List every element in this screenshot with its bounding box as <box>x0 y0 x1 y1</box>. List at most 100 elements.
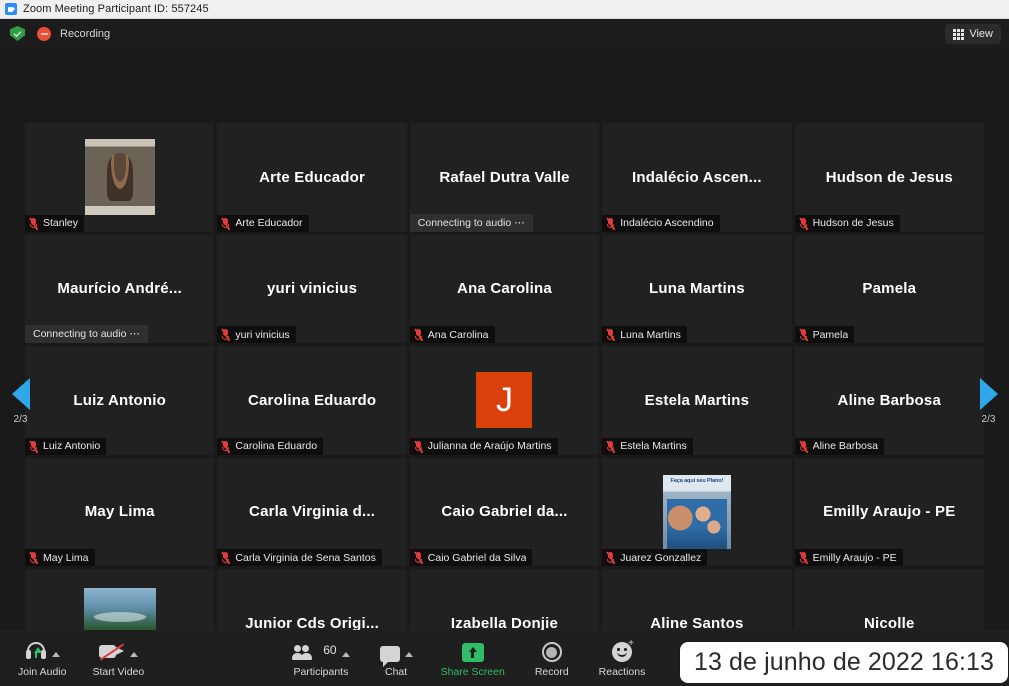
join-audio-label: Join Audio <box>18 666 67 678</box>
window-title-bar: Zoom Meeting Participant ID: 557245 <box>0 0 1009 19</box>
microphone-muted-icon <box>220 328 231 342</box>
participant-name-label: Indalécio Ascendino <box>620 217 714 230</box>
connecting-to-audio-status: Connecting to audio ⋯ <box>409 213 533 232</box>
participant-tile[interactable]: Indalécio Ascen... Indalécio Ascendino <box>602 123 792 232</box>
microphone-muted-icon <box>28 440 39 453</box>
microphone-muted-icon <box>220 217 231 230</box>
recording-indicator-icon[interactable] <box>37 26 51 41</box>
participant-name-strip: Emilly Araujo - PE <box>794 549 903 567</box>
participant-tile[interactable]: yuri vinicius yuri vinicius <box>217 234 407 344</box>
participants-button[interactable]: 60 Participants <box>292 630 350 686</box>
participant-tile[interactable]: Aline Barbosa Aline Barbosa <box>794 346 984 455</box>
next-page-button[interactable]: 2/3 <box>976 378 1001 425</box>
participant-name-label: Stanley <box>43 217 79 230</box>
participant-tile[interactable]: Pamela Pamela <box>794 234 984 344</box>
headset-icon <box>25 640 47 662</box>
participants-chevron-icon[interactable] <box>341 652 350 657</box>
security-shield-icon[interactable] <box>10 26 25 41</box>
participant-tile[interactable]: Ana Carolina Ana Carolina <box>409 234 600 344</box>
previous-page-arrow-icon <box>11 378 30 410</box>
participant-name-label: Julianna de Araújo Martins <box>427 440 552 453</box>
participant-name-strip: Carla Virginia de Sena Santos <box>217 549 382 567</box>
participant-name-label: Luna Martins <box>620 328 681 341</box>
participant-name-label: Aline Barbosa <box>812 440 878 453</box>
start-video-button[interactable]: Start Video <box>92 630 144 686</box>
participant-display-name: yuri vinicius <box>267 280 358 298</box>
participant-tile[interactable]: J Julianna de Araújo Martins <box>409 346 600 455</box>
participant-display-name: Carolina Eduardo <box>247 391 377 409</box>
participant-name-strip: Indalécio Ascendino <box>602 214 720 232</box>
participants-count: 60 <box>323 643 337 657</box>
participant-tile[interactable]: Maurício André... Connecting to audio ⋯ <box>25 234 215 344</box>
participant-name-label: yuri vinicius <box>235 328 290 341</box>
participant-tile[interactable]: Emilly Araujo - PE Emilly Araujo - PE <box>794 457 984 567</box>
participant-tile[interactable]: Arte Educador Arte Educador <box>217 123 407 232</box>
participant-name-label: Arte Educador <box>235 217 303 230</box>
participant-display-name: Emilly Araujo - PE <box>823 503 956 521</box>
view-button-label: View <box>969 28 993 40</box>
video-options-chevron-icon[interactable] <box>129 652 138 657</box>
participant-tile[interactable]: Carolina Eduardo Carolina Eduardo <box>217 346 407 455</box>
participant-name-strip: Caio Gabriel da Silva <box>409 549 533 567</box>
participant-name-strip: Luna Martins <box>602 326 687 344</box>
people-icon <box>292 644 316 662</box>
join-audio-button[interactable]: Join Audio <box>18 630 66 686</box>
share-screen-button[interactable]: Share Screen <box>441 630 505 686</box>
participant-display-name: Arte Educador <box>259 168 366 186</box>
previous-page-button[interactable]: 2/3 <box>8 378 33 425</box>
recording-label: Recording <box>60 27 111 40</box>
participant-display-name: Aline Barbosa <box>837 391 942 409</box>
participant-name-strip: Aline Barbosa <box>794 437 884 455</box>
video-stage: Stanley Arte Educador Arte Educador Rafael … <box>0 48 1009 686</box>
participant-tile[interactable]: Estela Martins Estela Martins <box>602 346 792 455</box>
grid-view-icon <box>953 28 965 40</box>
microphone-muted-icon <box>798 217 809 230</box>
record-circle-icon <box>541 642 562 662</box>
participant-tile[interactable]: Rafael Dutra Valle Connecting to audio ⋯ <box>409 123 600 232</box>
audio-options-chevron-icon[interactable] <box>51 652 60 657</box>
participants-label: Participants <box>293 666 349 678</box>
page-indicator-right: 2/3 <box>981 414 996 425</box>
microphone-muted-icon <box>413 440 424 453</box>
participant-name-strip: Hudson de Jesus <box>794 214 900 232</box>
chat-bubble-icon <box>379 646 400 667</box>
participant-video-thumbnail <box>84 139 155 216</box>
participant-tile[interactable]: Luiz Antonio Luiz Antonio <box>25 346 215 455</box>
chat-button[interactable]: Chat <box>379 630 413 686</box>
microphone-muted-icon <box>798 440 809 453</box>
participant-display-name: Rafael Dutra Valle <box>439 168 570 186</box>
participant-tile[interactable]: May Lima May Lima <box>25 457 215 567</box>
microphone-muted-icon <box>220 440 231 453</box>
record-button[interactable]: Record <box>535 630 569 686</box>
start-video-label: Start Video <box>92 666 145 678</box>
chat-chevron-icon[interactable] <box>404 652 413 657</box>
microphone-muted-icon <box>798 551 809 565</box>
meeting-top-bar: Recording View <box>0 19 1009 48</box>
participant-tile[interactable]: Hudson de Jesus Hudson de Jesus <box>794 123 984 232</box>
participant-tile[interactable]: Carla Virginia d... Carla Virginia de Sen… <box>217 457 407 567</box>
participant-avatar: J <box>476 372 533 429</box>
participant-display-name: Ana Carolina <box>457 280 552 298</box>
participant-display-name: Indalécio Ascen... <box>632 168 762 186</box>
chat-label: Chat <box>385 666 408 678</box>
participant-name-label: May Lima <box>43 551 89 564</box>
participant-name-strip: Luiz Antonio <box>25 437 107 455</box>
reactions-button[interactable]: + Reactions <box>599 630 646 686</box>
participant-tile[interactable]: Luna Martins Luna Martins <box>602 234 792 344</box>
microphone-muted-icon <box>605 328 616 342</box>
participant-display-name: Pamela <box>862 280 917 298</box>
microphone-muted-icon <box>413 551 424 565</box>
share-screen-icon <box>461 643 484 662</box>
window-title: Zoom Meeting Participant ID: 557245 <box>23 3 209 15</box>
participant-name-strip: yuri vinicius <box>217 326 296 344</box>
participant-name-strip: May Lima <box>25 549 95 567</box>
participant-tile[interactable]: Juarez Gonzallez <box>602 457 792 567</box>
date-time-text: 13 de junho de 2022 16:13 <box>694 648 994 676</box>
microphone-muted-icon <box>605 440 616 453</box>
view-button[interactable]: View <box>945 24 1001 44</box>
participant-tile[interactable]: Caio Gabriel da... Caio Gabriel da Silva <box>409 457 600 567</box>
participant-tile[interactable]: Stanley <box>25 123 215 232</box>
participant-display-name: Carla Virginia d... <box>249 503 376 521</box>
participant-display-name: Luna Martins <box>649 280 745 298</box>
page-indicator-left: 2/3 <box>13 414 28 425</box>
